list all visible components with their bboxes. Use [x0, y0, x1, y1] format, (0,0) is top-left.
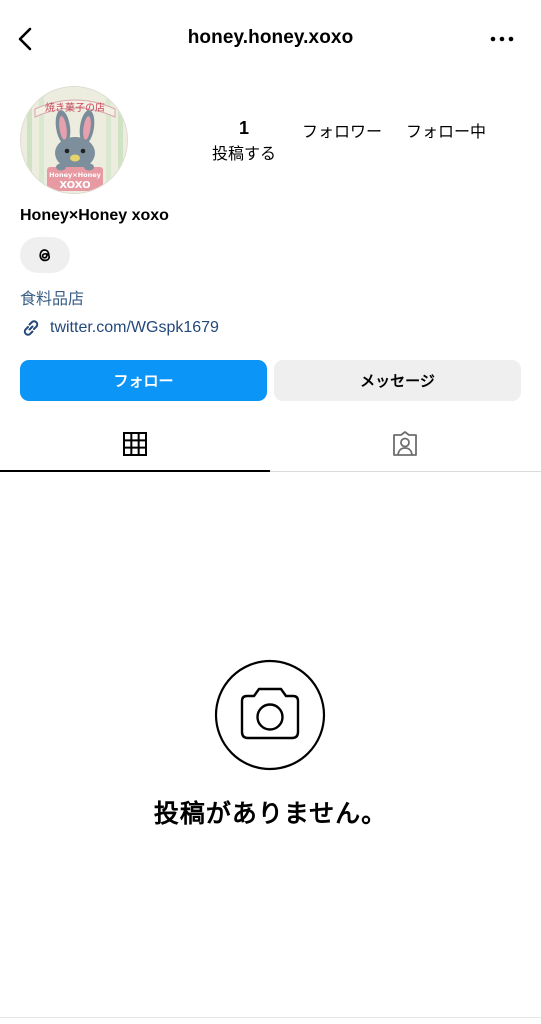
- grid-icon: [123, 431, 147, 456]
- posts-label: 投稿する: [211, 146, 276, 163]
- following-label: フォロー中: [405, 124, 486, 141]
- followers-label: フォロワー: [301, 124, 382, 141]
- threads-icon: [39, 249, 51, 262]
- tagged-person-icon: [393, 430, 417, 456]
- empty-state-message: 投稿がありません。: [153, 800, 388, 828]
- stat-posts[interactable]: 1 投稿する: [206, 118, 282, 164]
- profile-link[interactable]: twitter.com/WGspk1679: [20, 317, 219, 339]
- profile-header: honey.honey.xoxo: [0, 0, 541, 78]
- message-button[interactable]: メッセージ: [274, 360, 521, 401]
- threads-button[interactable]: [20, 237, 70, 273]
- tab-posts-grid[interactable]: [0, 415, 270, 472]
- svg-text:焼き菓子の店: 焼き菓子の店: [45, 101, 105, 114]
- profile-link-text: twitter.com/WGspk1679: [50, 319, 219, 336]
- camera-circle: [214, 659, 326, 771]
- follow-button[interactable]: フォロー: [20, 360, 267, 401]
- svg-text:Honey×Honey: Honey×Honey: [49, 171, 102, 179]
- profile-username: honey.honey.xoxo: [187, 27, 354, 48]
- posts-count: 1: [238, 118, 249, 138]
- profile-stats: 1 投稿する フォロワー フォロー中: [200, 118, 501, 168]
- svg-text:XOXO: XOXO: [59, 180, 90, 191]
- profile-avatar[interactable]: 焼き菓子の店 Honey×Honey XOXO: [20, 86, 128, 194]
- display-name: Honey×Honey xoxo: [20, 207, 169, 224]
- link-icon: [23, 320, 39, 336]
- stat-followers[interactable]: フォロワー: [294, 118, 390, 142]
- stat-following[interactable]: フォロー中: [398, 118, 494, 142]
- bottom-divider: [0, 1017, 541, 1018]
- tab-tagged[interactable]: [270, 415, 540, 472]
- more-options-button[interactable]: [489, 29, 515, 49]
- profile-tabs: [0, 415, 541, 472]
- ellipsis-icon: [490, 36, 514, 42]
- tab-selected-indicator: [0, 470, 270, 472]
- camera-icon: [214, 659, 326, 771]
- profile-category: 食料品店: [20, 291, 85, 308]
